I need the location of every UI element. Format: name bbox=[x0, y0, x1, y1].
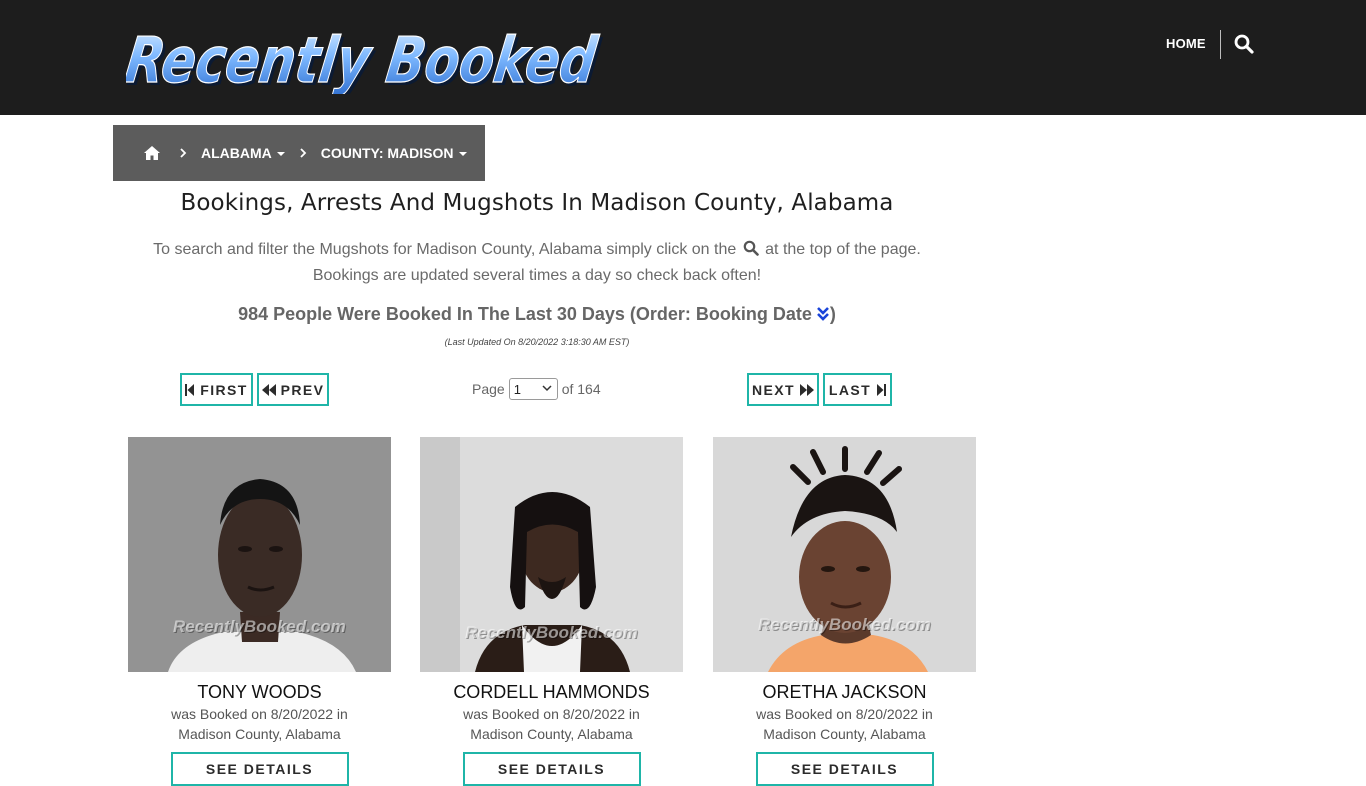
inmate-name[interactable]: ORETHA JACKSON bbox=[713, 682, 976, 703]
page-select[interactable]: 1 bbox=[508, 378, 558, 400]
last-updated: (Last Updated On 8/20/2022 3:18:30 AM ES… bbox=[444, 337, 630, 347]
booking-info-line1: was Booked on 8/20/2022 in bbox=[756, 706, 933, 722]
page-title: Bookings, Arrests And Mugshots In Madiso… bbox=[180, 190, 894, 216]
double-chevron-down-icon[interactable] bbox=[816, 306, 830, 322]
breadcrumb-county-label: COUNTY: MADISON bbox=[320, 145, 454, 161]
first-page-label: FIRST bbox=[200, 381, 248, 398]
chevron-right-icon bbox=[179, 148, 187, 158]
step-forward-icon bbox=[877, 383, 887, 396]
breadcrumb-state-label: ALABAMA bbox=[201, 145, 272, 161]
search-icon[interactable] bbox=[1234, 34, 1256, 56]
next-page-button[interactable]: NEXT bbox=[747, 373, 819, 406]
intro-text-part1: To search and filter the Mugshots for Ma… bbox=[153, 241, 737, 258]
svg-text:Recently Booked: Recently Booked bbox=[126, 23, 602, 94]
chevron-right-icon bbox=[299, 148, 307, 158]
last-page-label: LAST bbox=[828, 381, 872, 398]
page-selector: Page 1 of 164 bbox=[472, 378, 601, 400]
prev-page-button[interactable]: PREV bbox=[257, 373, 329, 406]
forward-icon bbox=[799, 383, 814, 396]
intro-text-line2: Bookings are updated several times a day… bbox=[312, 267, 762, 284]
inmate-card: RecentlyBooked.com TONY WOODS was Booked… bbox=[128, 437, 391, 786]
breadcrumb-county-dropdown[interactable]: COUNTY: MADISON bbox=[321, 145, 467, 161]
site-header: Recently Booked Recently Booked HOME bbox=[0, 0, 1366, 115]
caret-down-icon bbox=[458, 152, 467, 156]
booking-count-text: 984 People Were Booked In The Last 30 Da… bbox=[238, 304, 812, 324]
logo-graphic: Recently Booked Recently Booked bbox=[126, 23, 605, 94]
booking-info-line2: Madison County, Alabama bbox=[763, 726, 926, 742]
see-details-button[interactable]: SEE DETAILS bbox=[170, 752, 349, 786]
site-logo[interactable]: Recently Booked Recently Booked bbox=[126, 18, 616, 94]
mugshot-image bbox=[713, 437, 976, 672]
nav-home-link[interactable]: HOME bbox=[1166, 36, 1206, 51]
backward-icon bbox=[261, 383, 276, 396]
mugshot-watermark: RecentlyBooked.com bbox=[758, 615, 931, 634]
mugshot-photo[interactable]: RecentlyBooked.com bbox=[128, 437, 391, 672]
mugshot-watermark: RecentlyBooked.com bbox=[465, 623, 638, 642]
caret-down-icon bbox=[276, 152, 285, 156]
home-icon[interactable] bbox=[143, 145, 161, 161]
last-page-button[interactable]: LAST bbox=[823, 373, 892, 406]
booking-info-line1: was Booked on 8/20/2022 in bbox=[463, 706, 640, 722]
page-select-value: 1 bbox=[513, 381, 521, 397]
see-details-button[interactable]: SEE DETAILS bbox=[462, 752, 641, 786]
booking-info-line2: Madison County, Alabama bbox=[178, 726, 341, 742]
booking-count-close: ) bbox=[829, 304, 836, 324]
nav-divider bbox=[1220, 30, 1221, 59]
booking-info-line2: Madison County, Alabama bbox=[470, 726, 633, 742]
mugshot-photo[interactable]: RecentlyBooked.com bbox=[713, 437, 976, 672]
page-of-label: of 164 bbox=[561, 381, 601, 397]
inmate-name[interactable]: TONY WOODS bbox=[128, 682, 391, 703]
breadcrumb-state-dropdown[interactable]: ALABAMA bbox=[201, 145, 285, 161]
inmate-card: RecentlyBooked.com CORDELL HAMMONDS was … bbox=[420, 437, 683, 786]
search-icon bbox=[743, 239, 759, 256]
page-label: Page bbox=[472, 381, 505, 397]
prev-page-label: PREV bbox=[280, 381, 325, 398]
intro-text: To search and filter the Mugshots for Ma… bbox=[113, 237, 961, 289]
inmate-name[interactable]: CORDELL HAMMONDS bbox=[420, 682, 683, 703]
breadcrumb: ALABAMA COUNTY: MADISON bbox=[113, 125, 485, 181]
first-page-button[interactable]: FIRST bbox=[180, 373, 253, 406]
booking-info-line1: was Booked on 8/20/2022 in bbox=[171, 706, 348, 722]
next-page-label: NEXT bbox=[752, 381, 795, 398]
mugshot-watermark: RecentlyBooked.com bbox=[173, 617, 346, 636]
intro-text-part2: at the top of the page. bbox=[765, 241, 921, 258]
booking-count: 984 People Were Booked In The Last 30 Da… bbox=[113, 304, 961, 325]
see-details-button[interactable]: SEE DETAILS bbox=[755, 752, 934, 786]
step-backward-icon bbox=[185, 383, 195, 396]
inmate-card: RecentlyBooked.com ORETHA JACKSON was Bo… bbox=[713, 437, 976, 786]
mugshot-photo[interactable]: RecentlyBooked.com bbox=[420, 437, 683, 672]
chevron-down-icon bbox=[542, 385, 552, 392]
